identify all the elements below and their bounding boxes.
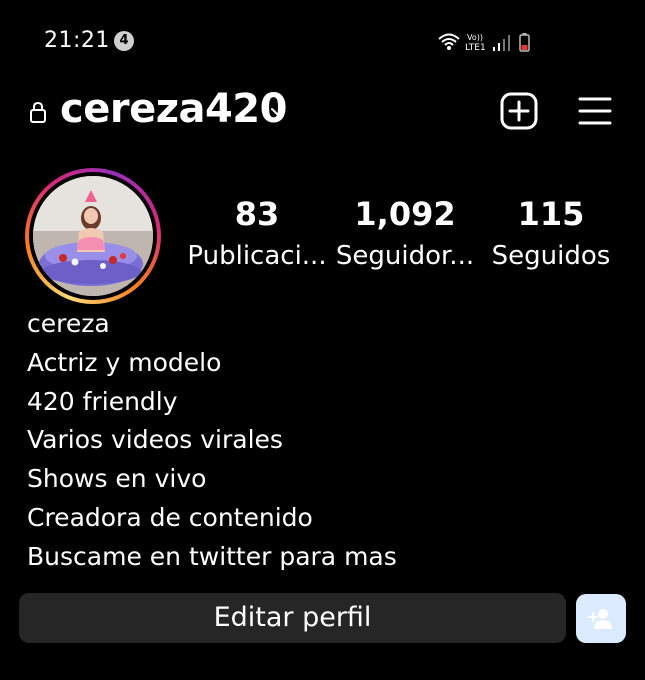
display-name: cereza (27, 309, 110, 338)
status-bar: 21:21 4 Vo)) LTE1 (0, 0, 645, 80)
following-label: Seguidos (491, 241, 611, 271)
posts-count: 83 (234, 195, 280, 233)
add-post-icon[interactable] (500, 92, 538, 130)
followers-stat[interactable]: 1,092 Seguidor... (330, 192, 480, 276)
profile-bio: cereza Actriz y modelo 420 friendly Vari… (27, 305, 627, 577)
hamburger-menu-icon[interactable] (578, 94, 612, 128)
posts-label: Publicaci... (187, 241, 327, 271)
bio-line: Shows en vivo (27, 464, 207, 494)
profile-photo (33, 176, 153, 296)
followers-count: 1,092 (354, 195, 456, 233)
notification-count-badge: 4 (114, 31, 134, 51)
status-time: 21:21 (44, 28, 110, 53)
system-status-icons: Vo)) LTE1 (437, 30, 537, 54)
edit-profile-button[interactable]: Editar perfil (19, 593, 566, 643)
profile-header: cereza420 (0, 80, 645, 144)
lock-icon (28, 100, 48, 124)
bio-line: 420 friendly (27, 386, 178, 416)
bio-line: Buscame en twitter para mas (27, 541, 397, 571)
network-label-bottom: LTE1 (465, 43, 486, 53)
followers-label: Seguidor... (335, 241, 475, 271)
chevron-down-icon[interactable] (268, 102, 288, 122)
discover-people-button[interactable] (576, 594, 626, 643)
following-count: 115 (517, 195, 585, 233)
bio-line: Creadora de contenido (27, 502, 313, 532)
add-person-icon (587, 609, 612, 629)
story-ring-avatar[interactable] (25, 168, 161, 304)
following-stat[interactable]: 115 Seguidos (476, 192, 626, 276)
profile-stats: 83 Publicaci... 1,092 Seguidor... 115 Se… (180, 192, 630, 292)
username-switcher[interactable]: cereza420 (60, 86, 287, 132)
wifi-icon: Vo)) LTE1 (438, 33, 530, 53)
network-label-top: Vo)) (467, 33, 483, 42)
avatar (33, 176, 153, 296)
bio-line: Varios videos virales (27, 425, 283, 455)
posts-stat[interactable]: 83 Publicaci... (182, 192, 332, 276)
bio-line: Actriz y modelo (27, 347, 222, 377)
